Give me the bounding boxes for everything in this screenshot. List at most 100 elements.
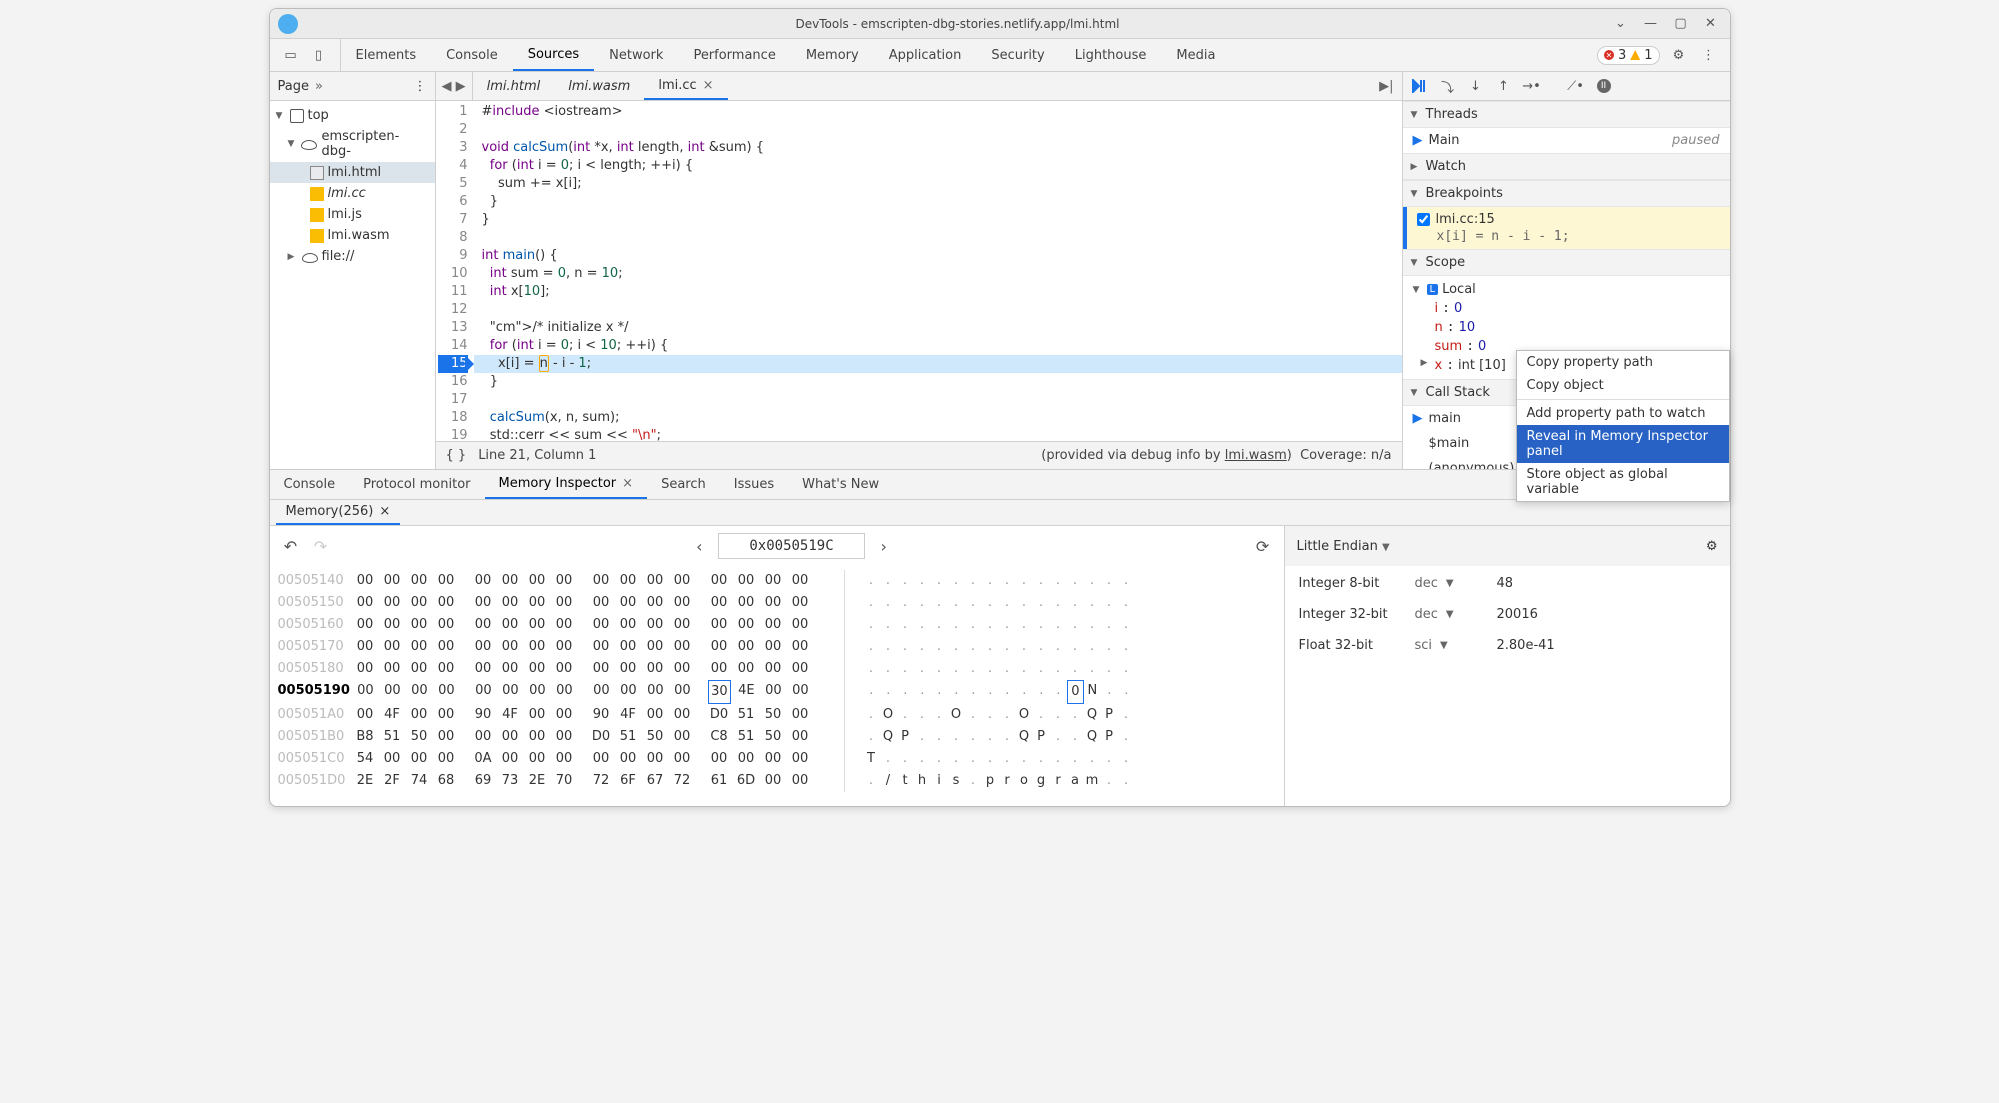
hex-byte[interactable]: 00 bbox=[553, 636, 576, 658]
ascii-char[interactable]: . bbox=[914, 704, 931, 726]
hex-byte[interactable]: 68 bbox=[435, 770, 458, 792]
hex-byte[interactable]: 00 bbox=[590, 658, 613, 680]
ascii-char[interactable]: . bbox=[965, 614, 982, 636]
code-line[interactable]: std::cerr << sum << "\n"; bbox=[474, 427, 1402, 441]
hex-byte[interactable]: 00 bbox=[435, 726, 458, 748]
hex-byte[interactable]: 54 bbox=[354, 748, 377, 770]
prev-icon[interactable]: ‹ bbox=[688, 537, 710, 556]
ascii-char[interactable]: . bbox=[863, 614, 880, 636]
hex-byte[interactable]: 00 bbox=[381, 592, 404, 614]
menu-item[interactable]: Copy object bbox=[1517, 374, 1729, 397]
ascii-char[interactable]: . bbox=[948, 614, 965, 636]
btab-console[interactable]: Console bbox=[270, 470, 350, 499]
hex-byte[interactable]: 00 bbox=[789, 726, 812, 748]
hex-byte[interactable]: 00 bbox=[526, 614, 549, 636]
hex-byte[interactable]: 00 bbox=[499, 636, 522, 658]
hex-byte[interactable]: 00 bbox=[590, 570, 613, 592]
breakpoints-section[interactable]: ▼Breakpoints bbox=[1403, 180, 1730, 207]
ascii-char[interactable]: . bbox=[914, 614, 931, 636]
hex-byte[interactable]: 50 bbox=[762, 704, 785, 726]
code-line[interactable]: int sum = 0, n = 10; bbox=[474, 265, 1402, 283]
ascii-char[interactable]: . bbox=[863, 726, 880, 748]
ascii-char[interactable]: . bbox=[948, 726, 965, 748]
hex-byte[interactable]: 00 bbox=[789, 658, 812, 680]
ascii-char[interactable]: . bbox=[1067, 592, 1084, 614]
ascii-char[interactable]: . bbox=[1118, 726, 1135, 748]
threads-section[interactable]: ▼Threads bbox=[1403, 101, 1730, 128]
hex-byte[interactable]: 00 bbox=[472, 726, 495, 748]
hex-byte[interactable]: 00 bbox=[553, 658, 576, 680]
ascii-char[interactable]: . bbox=[965, 658, 982, 680]
ascii-char[interactable]: . bbox=[1016, 614, 1033, 636]
hex-byte[interactable]: 00 bbox=[472, 636, 495, 658]
ascii-char[interactable]: . bbox=[1050, 636, 1067, 658]
hex-byte[interactable]: 51 bbox=[735, 726, 758, 748]
ascii-char[interactable]: . bbox=[1101, 570, 1118, 592]
ascii-char[interactable]: . bbox=[999, 680, 1016, 704]
ascii-char[interactable]: . bbox=[1033, 614, 1050, 636]
ascii-char[interactable]: T bbox=[863, 748, 880, 770]
hex-byte[interactable]: 00 bbox=[381, 658, 404, 680]
ascii-char[interactable]: . bbox=[965, 748, 982, 770]
code-line[interactable]: } bbox=[474, 211, 1402, 229]
ascii-char[interactable]: . bbox=[999, 658, 1016, 680]
hex-byte[interactable]: 00 bbox=[499, 614, 522, 636]
hex-byte[interactable]: D0 bbox=[708, 704, 731, 726]
hex-byte[interactable]: 00 bbox=[526, 570, 549, 592]
ascii-char[interactable]: O bbox=[1016, 704, 1033, 726]
code-line[interactable]: void calcSum(int *x, int length, int &su… bbox=[474, 139, 1402, 157]
line-number[interactable]: 12 bbox=[438, 301, 468, 319]
ascii-char[interactable]: . bbox=[1016, 592, 1033, 614]
ascii-char[interactable]: . bbox=[982, 592, 999, 614]
menu-item[interactable]: Reveal in Memory Inspector panel bbox=[1517, 425, 1729, 463]
code-line[interactable]: "cm">/* initialize x */ bbox=[474, 319, 1402, 337]
pretty-print-icon[interactable]: { } bbox=[446, 448, 467, 463]
hex-byte[interactable]: 72 bbox=[671, 770, 694, 792]
deactivate-breakpoints-button[interactable]: ⟋• bbox=[1565, 75, 1587, 97]
ascii-char[interactable]: . bbox=[931, 704, 948, 726]
line-number[interactable]: 18 bbox=[438, 409, 468, 427]
gear-icon[interactable]: ⚙ bbox=[1706, 539, 1718, 554]
hex-byte[interactable]: 00 bbox=[553, 570, 576, 592]
scope-var[interactable]: n: 10 bbox=[1413, 318, 1720, 337]
ascii-char[interactable]: . bbox=[982, 636, 999, 658]
scope-local[interactable]: ▼LLocal bbox=[1413, 280, 1720, 299]
code-line[interactable]: calcSum(x, n, sum); bbox=[474, 409, 1402, 427]
ascii-char[interactable]: . bbox=[948, 680, 965, 704]
hex-byte[interactable]: 51 bbox=[381, 726, 404, 748]
ascii-char[interactable]: . bbox=[1118, 770, 1135, 792]
hex-byte[interactable]: 00 bbox=[671, 726, 694, 748]
ascii-char[interactable]: . bbox=[982, 726, 999, 748]
hex-byte[interactable]: 00 bbox=[435, 748, 458, 770]
breakpoint-item[interactable]: lmi.cc:15 x[i] = n - i - 1; bbox=[1403, 207, 1730, 249]
ascii-char[interactable]: . bbox=[1067, 704, 1084, 726]
hex-byte[interactable]: 00 bbox=[590, 614, 613, 636]
filetab-cc[interactable]: lmi.cc× bbox=[644, 72, 727, 100]
hex-byte[interactable]: 74 bbox=[408, 770, 431, 792]
hex-byte[interactable]: 00 bbox=[671, 748, 694, 770]
ascii-char[interactable]: . bbox=[1118, 704, 1135, 726]
ascii-char[interactable]: . bbox=[863, 680, 880, 704]
ascii-char[interactable]: . bbox=[1067, 614, 1084, 636]
hex-byte[interactable]: 00 bbox=[381, 570, 404, 592]
hex-byte[interactable]: 00 bbox=[408, 614, 431, 636]
tab-network[interactable]: Network bbox=[594, 39, 678, 71]
hex-byte[interactable]: 00 bbox=[671, 592, 694, 614]
hex-byte[interactable]: 72 bbox=[590, 770, 613, 792]
menu-item[interactable]: Add property path to watch bbox=[1517, 402, 1729, 425]
ascii-char[interactable]: . bbox=[863, 658, 880, 680]
ascii-char[interactable]: . bbox=[1118, 592, 1135, 614]
hex-byte[interactable]: 90 bbox=[472, 704, 495, 726]
ascii-char[interactable]: O bbox=[880, 704, 897, 726]
ascii-char[interactable]: s bbox=[948, 770, 965, 792]
tree-file-wasm[interactable]: lmi.wasm bbox=[270, 225, 435, 246]
ascii-char[interactable]: . bbox=[999, 570, 1016, 592]
ascii-char[interactable]: . bbox=[965, 680, 982, 704]
hex-byte[interactable]: 00 bbox=[789, 680, 812, 704]
ascii-char[interactable]: . bbox=[1033, 680, 1050, 704]
hex-byte[interactable]: 00 bbox=[735, 614, 758, 636]
ascii-char[interactable]: . bbox=[1067, 658, 1084, 680]
hex-byte[interactable]: 00 bbox=[735, 570, 758, 592]
hex-byte[interactable]: 00 bbox=[735, 636, 758, 658]
ascii-char[interactable]: . bbox=[880, 680, 897, 704]
